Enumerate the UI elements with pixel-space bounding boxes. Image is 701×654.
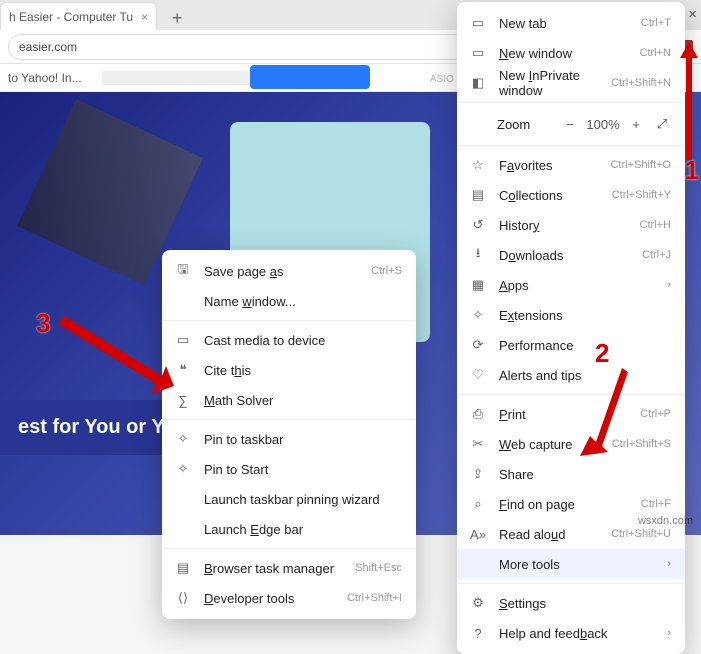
submenu-cite[interactable]: ❝Cite this	[162, 355, 416, 385]
menu-separator	[457, 145, 685, 146]
menu-apps[interactable]: ▦Apps›	[457, 270, 685, 300]
star-icon: ☆	[469, 157, 487, 173]
menu-separator	[457, 394, 685, 395]
new-tab-icon: ▭	[469, 15, 487, 31]
window-close-icon[interactable]: ×	[688, 6, 697, 23]
zoom-value: 100%	[583, 111, 623, 137]
menu-performance[interactable]: ⟳Performance	[457, 330, 685, 360]
menu-history[interactable]: ↺HistoryCtrl+H	[457, 210, 685, 240]
bookmark-item[interactable]: to Yahoo! In...	[8, 71, 82, 85]
quote-icon: ❝	[174, 362, 192, 378]
submenu-edge-bar[interactable]: Launch Edge bar	[162, 514, 416, 544]
cast-icon: ▭	[174, 332, 192, 348]
zoom-label: Zoom	[497, 117, 557, 132]
devtools-icon: ⟨⟩	[174, 590, 192, 606]
annotation-number-3: 3	[36, 308, 50, 339]
extensions-icon: ✧	[469, 307, 487, 323]
watermark: wsxdn.com	[638, 515, 693, 527]
menu-separator	[162, 548, 416, 549]
url-text: easier.com	[19, 40, 77, 54]
annotation-arrow-1	[678, 42, 700, 165]
menu-downloads[interactable]: ⭳DownloadsCtrl+J	[457, 240, 685, 270]
zoom-in-button[interactable]: +	[623, 111, 649, 137]
submenu-pin-taskbar[interactable]: ✧Pin to taskbar	[162, 424, 416, 454]
menu-favorites[interactable]: ☆FavoritesCtrl+Shift+O	[457, 150, 685, 180]
print-icon: ⎙	[469, 406, 487, 422]
save-icon: 🖫	[174, 260, 192, 282]
fullscreen-button[interactable]: ⤢	[649, 111, 675, 137]
new-tab-button[interactable]: +	[165, 6, 189, 30]
menu-collections[interactable]: ▤CollectionsCtrl+Shift+Y	[457, 180, 685, 210]
menu-share[interactable]: ⇪Share	[457, 459, 685, 489]
capture-icon: ✂	[469, 436, 487, 452]
apps-icon: ▦	[469, 277, 487, 293]
collections-icon: ▤	[469, 187, 487, 203]
chevron-right-icon: ›	[667, 627, 671, 639]
menu-help[interactable]: ?Help and feedback›	[457, 618, 685, 648]
menu-settings[interactable]: ⚙Settings	[457, 588, 685, 618]
task-manager-icon: ▤	[174, 560, 192, 576]
submenu-math[interactable]: ∑Math Solver	[162, 385, 416, 415]
share-icon: ⇪	[469, 466, 487, 482]
history-icon: ↺	[469, 217, 487, 233]
math-icon: ∑	[174, 393, 192, 408]
menu-print[interactable]: ⎙PrintCtrl+P	[457, 399, 685, 429]
menu-separator	[162, 320, 416, 321]
page-cta-button[interactable]	[250, 65, 370, 89]
menu-separator	[162, 419, 416, 420]
chevron-right-icon: ›	[667, 279, 671, 291]
menu-separator	[457, 583, 685, 584]
pin-icon: ✧	[174, 461, 192, 477]
submenu-name-window[interactable]: Name window...	[162, 286, 416, 316]
menu-more-tools[interactable]: More tools›	[457, 549, 685, 579]
annotation-arrow-3	[56, 316, 176, 401]
menu-zoom: Zoom − 100% + ⤢	[457, 107, 685, 141]
menu-new-inprivate[interactable]: ◧New InPrivate windowCtrl+Shift+N	[457, 68, 685, 98]
submenu-pin-start[interactable]: ✧Pin to Start	[162, 454, 416, 484]
performance-icon: ⟳	[469, 337, 487, 353]
inprivate-icon: ◧	[469, 75, 487, 91]
read-aloud-icon: A»	[469, 527, 487, 542]
download-icon: ⭳	[469, 244, 487, 266]
annotation-arrow-2	[578, 360, 628, 465]
chevron-right-icon: ›	[667, 558, 671, 570]
gear-icon: ⚙	[469, 595, 487, 611]
menu-web-capture[interactable]: ✂Web captureCtrl+Shift+S	[457, 429, 685, 459]
pin-icon: ✧	[174, 431, 192, 447]
search-icon: ⌕	[469, 496, 487, 512]
main-menu: ▭New tabCtrl+T ▭New windowCtrl+N ◧New In…	[457, 2, 685, 654]
zoom-out-button[interactable]: −	[557, 111, 583, 137]
submenu-cast[interactable]: ▭Cast media to device	[162, 325, 416, 355]
more-tools-submenu: 🖫Save page asCtrl+S Name window... ▭Cast…	[162, 250, 416, 619]
close-tab-icon[interactable]: ×	[141, 10, 148, 24]
menu-separator	[457, 102, 685, 103]
bell-icon: ♡	[469, 367, 487, 383]
new-window-icon: ▭	[469, 45, 487, 61]
menu-new-window[interactable]: ▭New windowCtrl+N	[457, 38, 685, 68]
menu-new-tab[interactable]: ▭New tabCtrl+T	[457, 8, 685, 38]
menu-alerts[interactable]: ♡Alerts and tips	[457, 360, 685, 390]
help-icon: ?	[469, 626, 487, 641]
menu-extensions[interactable]: ✧Extensions	[457, 300, 685, 330]
browser-tab[interactable]: h Easier - Computer Tu ×	[0, 2, 157, 30]
submenu-task-manager[interactable]: ▤Browser task managerShift+Esc	[162, 553, 416, 583]
submenu-save-page[interactable]: 🖫Save page asCtrl+S	[162, 256, 416, 286]
submenu-dev-tools[interactable]: ⟨⟩Developer toolsCtrl+Shift+I	[162, 583, 416, 613]
submenu-pin-wizard[interactable]: Launch taskbar pinning wizard	[162, 484, 416, 514]
tab-title: h Easier - Computer Tu	[9, 10, 133, 24]
